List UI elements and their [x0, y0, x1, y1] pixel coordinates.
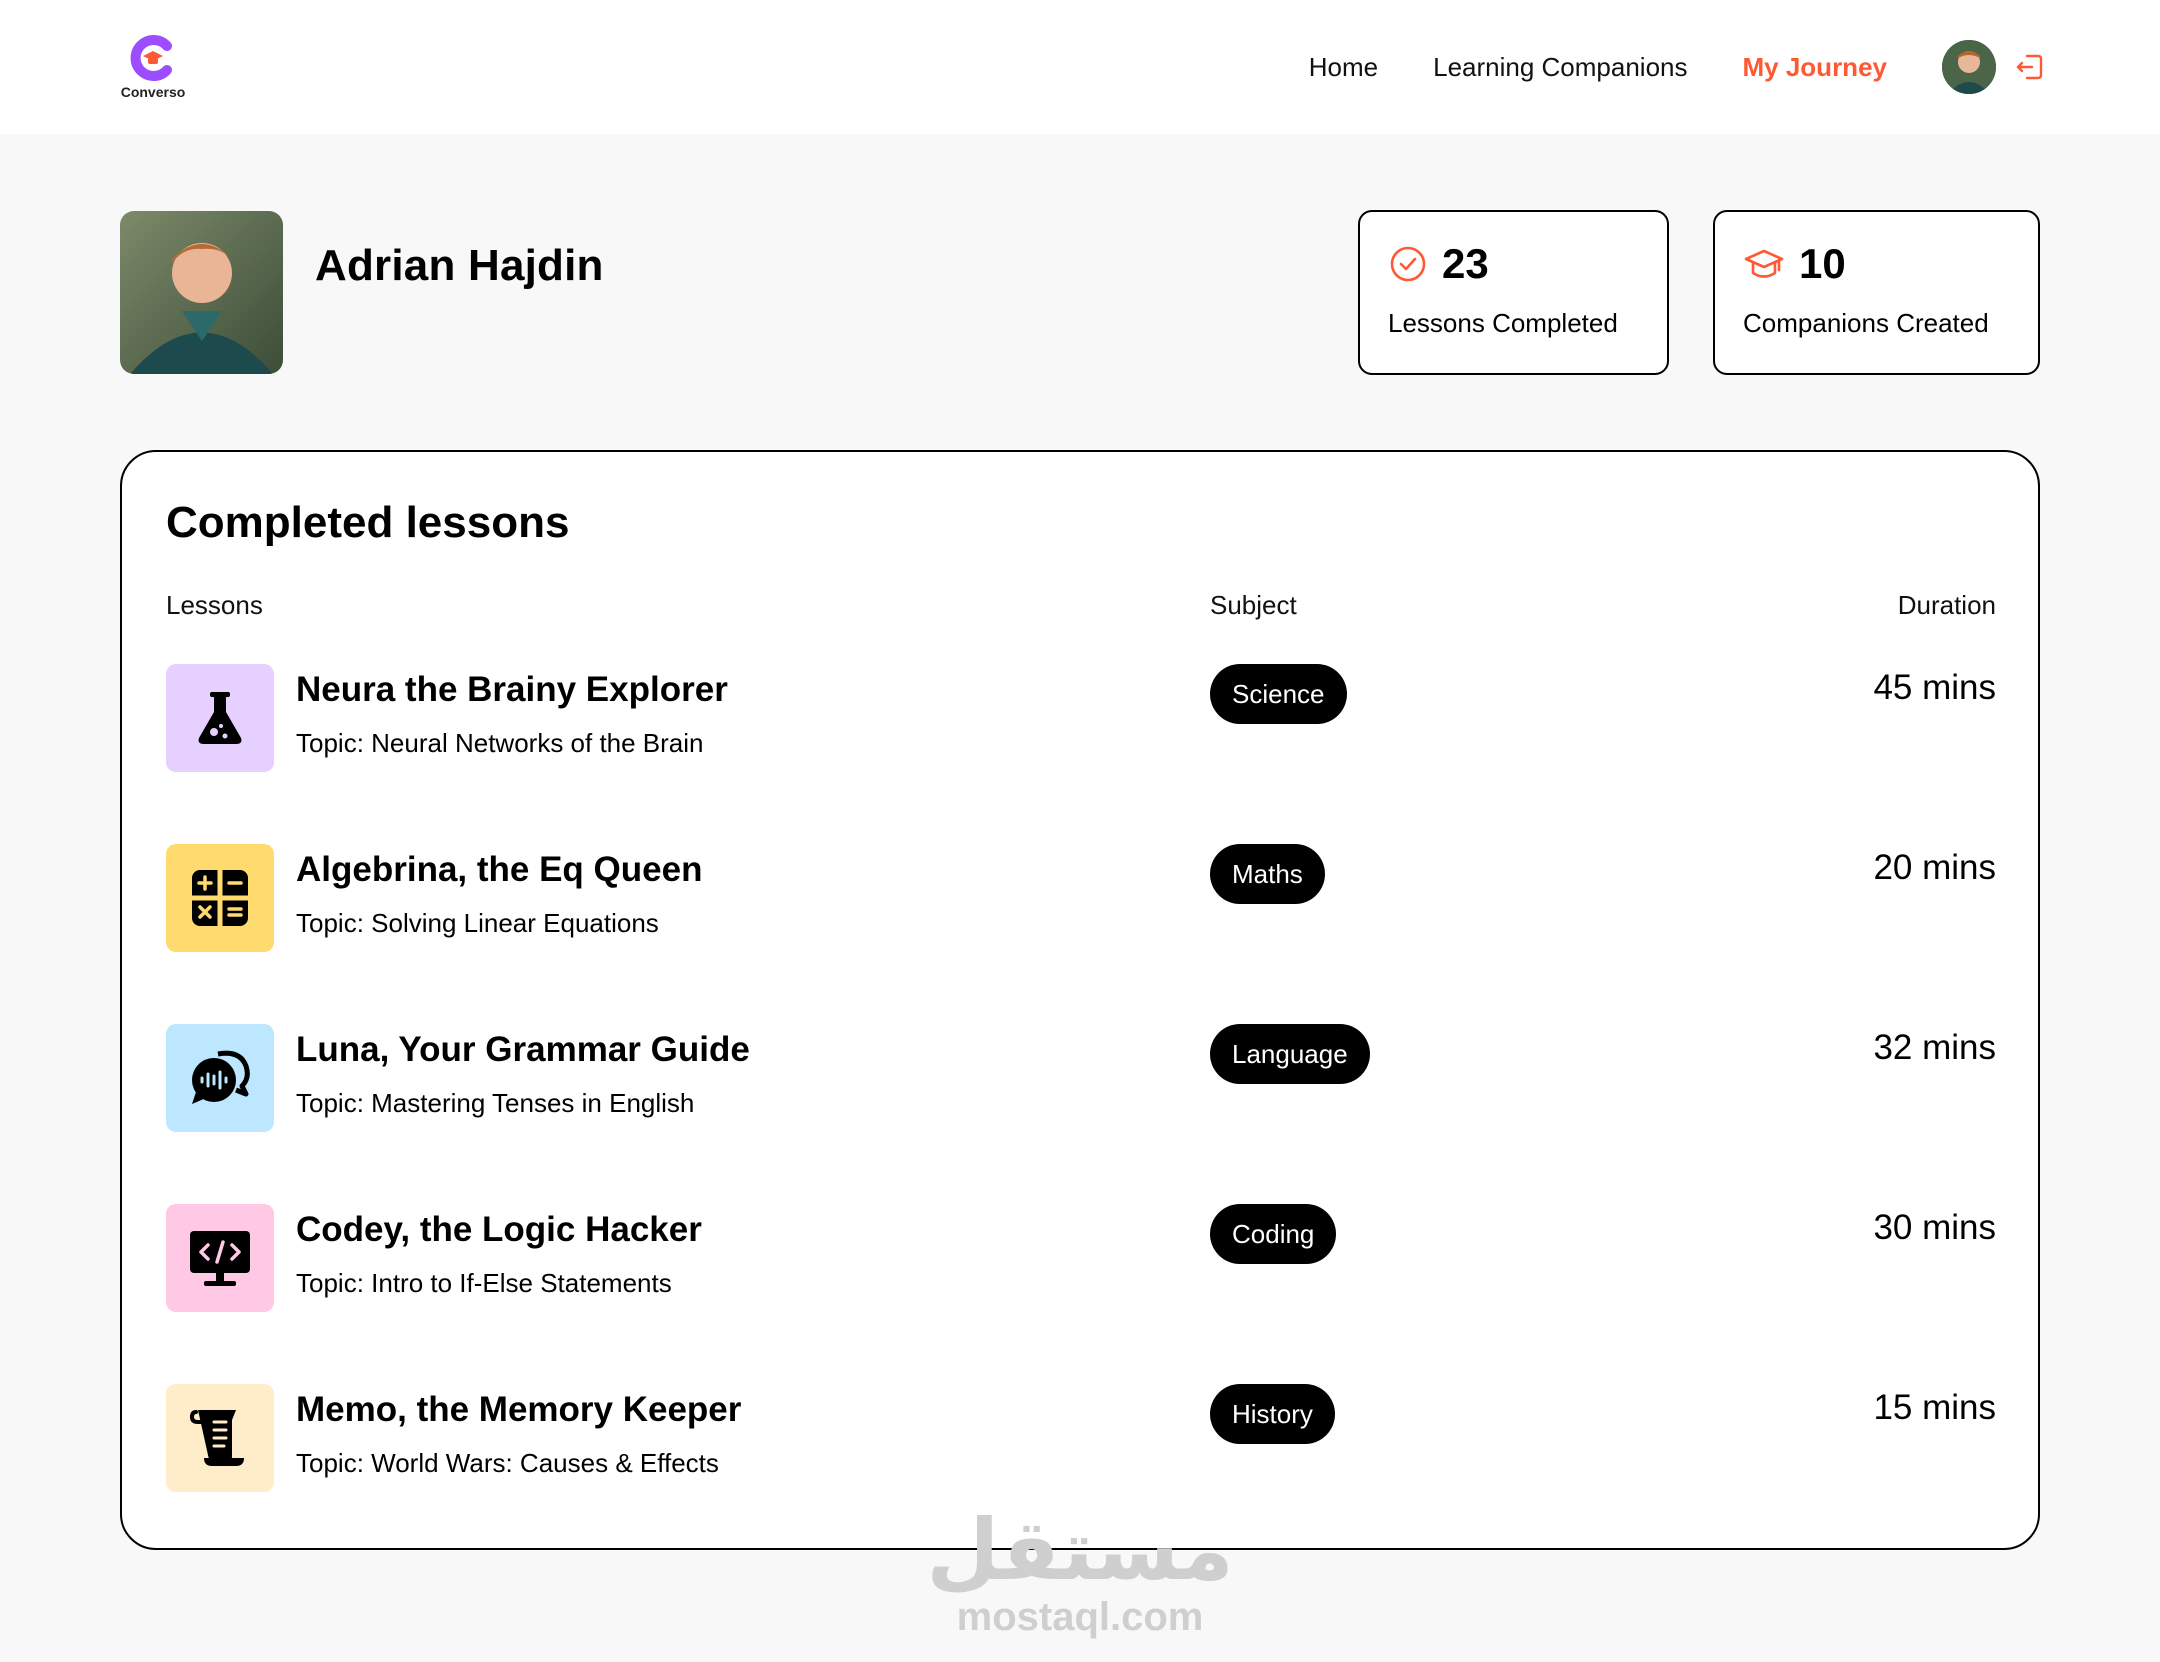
lesson-icon-tile — [166, 664, 274, 772]
nav-link-learning-companions[interactable]: Learning Companions — [1433, 52, 1687, 83]
column-header-lessons: Lessons — [166, 590, 263, 620]
graduation-cap-icon — [1744, 249, 1784, 278]
subject-badge: Language — [1210, 1024, 1370, 1084]
lesson-icon-tile — [166, 1204, 274, 1312]
brand-logo[interactable]: Converso — [120, 34, 186, 100]
subject-badge: Science — [1210, 664, 1347, 724]
speech-bubbles-icon — [192, 1050, 250, 1104]
stat-label: Companions Created — [1743, 308, 1989, 338]
lesson-name: Memo, the Memory Keeper — [296, 1390, 742, 1429]
lesson-topic: Topic: Neural Networks of the Brain — [296, 728, 704, 758]
check-circle-icon — [1390, 246, 1426, 282]
watermark-arabic: مستقل — [926, 1501, 1234, 1599]
panel-title: Completed lessons — [166, 498, 570, 547]
lesson-row[interactable]: Memo, the Memory Keeper Topic: World War… — [166, 1384, 1996, 1494]
flask-icon — [198, 692, 242, 744]
completed-lessons-panel: Completed lessons Lessons Subject Durati… — [120, 450, 2040, 1550]
lesson-row[interactable]: Luna, Your Grammar Guide Topic: Masterin… — [166, 1024, 1996, 1134]
lesson-duration: 30 mins — [1873, 1208, 1996, 1247]
lesson-row[interactable]: Codey, the Logic Hacker Topic: Intro to … — [166, 1204, 1996, 1314]
profile-name: Adrian Hajdin — [315, 241, 604, 290]
lesson-topic: Topic: Solving Linear Equations — [296, 908, 659, 938]
profile-header: Adrian Hajdin — [120, 211, 604, 374]
subject-badge: Coding — [1210, 1204, 1337, 1264]
lesson-name: Algebrina, the Eq Queen — [296, 850, 703, 889]
lesson-duration: 45 mins — [1873, 668, 1996, 707]
logout-icon — [2016, 54, 2043, 80]
lesson-duration: 32 mins — [1873, 1028, 1996, 1067]
lesson-row[interactable]: Algebrina, the Eq Queen Topic: Solving L… — [166, 844, 1996, 954]
watermark-latin: mostaql.com — [956, 1595, 1204, 1639]
lesson-row[interactable]: Neura the Brainy Explorer Topic: Neural … — [166, 664, 1996, 774]
stat-value: 10 — [1799, 240, 1846, 287]
lesson-duration: 15 mins — [1873, 1388, 1996, 1427]
navbar: Converso Home Learning Companions My Jou… — [0, 0, 2160, 134]
lesson-icon-tile — [166, 1384, 274, 1492]
stat-label: Lessons Completed — [1388, 308, 1618, 338]
profile-photo — [120, 211, 283, 374]
lesson-icon-tile — [166, 1024, 274, 1132]
lesson-name: Neura the Brainy Explorer — [296, 670, 728, 709]
calculator-icon — [192, 870, 248, 926]
user-avatar[interactable] — [1942, 40, 1996, 94]
column-header-duration: Duration — [1897, 590, 1996, 620]
lesson-name: Luna, Your Grammar Guide — [296, 1030, 750, 1069]
watermark: مستقل mostaql.com — [0, 1505, 2160, 1640]
stat-card-companions-created: 10 Companions Created — [1713, 210, 2040, 375]
code-monitor-icon — [190, 1231, 250, 1286]
nav-link-home[interactable]: Home — [1309, 52, 1378, 83]
subject-badge: History — [1210, 1384, 1335, 1444]
lesson-icon-tile — [166, 844, 274, 952]
nav-link-my-journey[interactable]: My Journey — [1743, 52, 1888, 83]
stat-card-lessons-completed: 23 Lessons Completed — [1358, 210, 1669, 375]
stat-value: 23 — [1442, 240, 1489, 287]
brand-name: Converso — [120, 84, 186, 100]
lesson-topic: Topic: Mastering Tenses in English — [296, 1088, 695, 1118]
column-header-subject: Subject — [1210, 590, 1297, 620]
nav-menu: Home Learning Companions My Journey — [1254, 40, 2048, 94]
subject-badge: Maths — [1210, 844, 1325, 904]
lesson-duration: 20 mins — [1873, 848, 1996, 887]
logout-button[interactable] — [2012, 49, 2048, 85]
scroll-icon — [190, 1410, 244, 1466]
converso-logo-icon — [130, 35, 172, 81]
lesson-topic: Topic: World Wars: Causes & Effects — [296, 1448, 719, 1478]
lesson-name: Codey, the Logic Hacker — [296, 1210, 702, 1249]
lesson-topic: Topic: Intro to If-Else Statements — [296, 1268, 672, 1298]
